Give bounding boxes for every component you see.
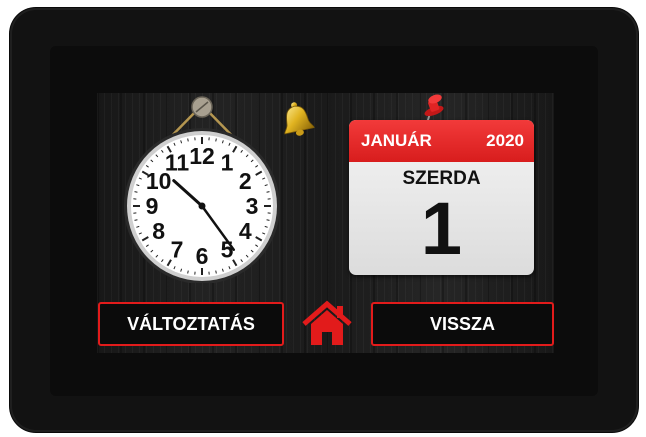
clock-numeral: 7: [171, 236, 184, 262]
clock-numeral: 4: [239, 218, 252, 244]
home-icon[interactable]: [301, 300, 353, 348]
clock-numeral: 11: [165, 150, 190, 176]
screen: 12 1 2 3 4 5 6 7 8 9 10 11 JANUÁR 2020 S…: [97, 93, 554, 353]
clock-numeral: 1: [221, 150, 234, 176]
calendar-month: JANUÁR: [361, 131, 432, 150]
clock-numeral: 12: [189, 143, 215, 169]
clock-numeral: 2: [239, 168, 252, 194]
nail-icon: [191, 96, 213, 118]
wall-clock: 12 1 2 3 4 5 6 7 8 9 10 11: [117, 93, 287, 284]
clock-numeral: 9: [146, 193, 159, 219]
calendar-card: JANUÁR 2020 SZERDA 1: [349, 120, 534, 275]
bell-icon[interactable]: [277, 99, 317, 139]
clock-numeral: 6: [196, 243, 209, 269]
change-button[interactable]: VÁLTOZTATÁS: [98, 302, 284, 346]
clock-numeral: 8: [152, 218, 165, 244]
back-button[interactable]: VISSZA: [371, 302, 554, 346]
clock-numeral: 3: [246, 193, 259, 219]
calendar-year: 2020: [486, 131, 524, 150]
calendar-header: JANUÁR 2020: [349, 120, 534, 162]
calendar-day-number: 1: [420, 187, 463, 270]
